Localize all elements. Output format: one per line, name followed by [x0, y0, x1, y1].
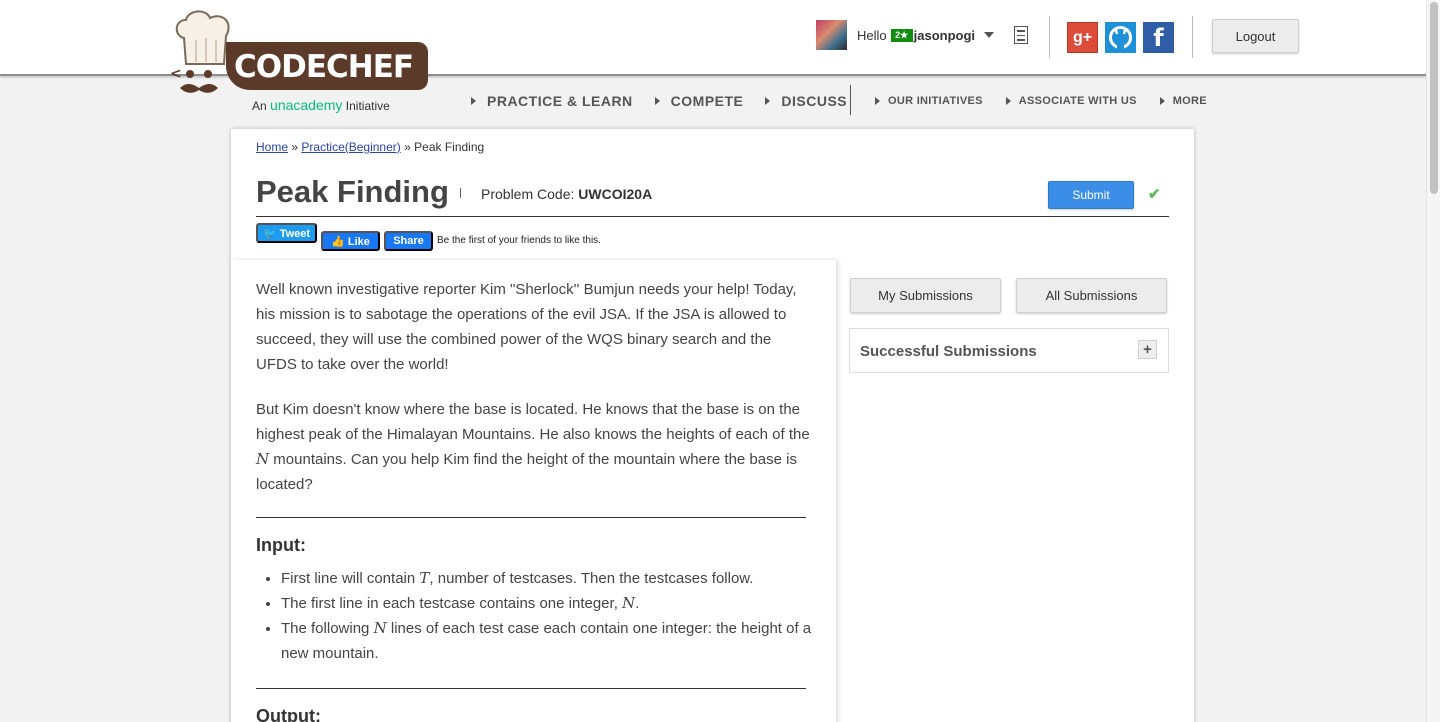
- problem-code: Problem Code: UWCOI20A: [481, 186, 652, 202]
- tagline-prefix: An: [252, 99, 267, 113]
- unacademy-brand: unacademy: [270, 97, 343, 113]
- solved-check-icon: ✔: [1148, 186, 1161, 203]
- breadcrumb-current: Peak Finding: [414, 140, 485, 154]
- breadcrumb-separator: »: [404, 140, 411, 154]
- avatar[interactable]: [816, 20, 847, 50]
- header-divider: [1192, 16, 1193, 58]
- math-variable: N: [256, 450, 270, 468]
- main-nav: PRACTICE & LEARN COMPETE DISCUSS: [471, 93, 869, 109]
- statement-text: But Kim doesn't know where the base is l…: [256, 401, 810, 443]
- facebook-like-button[interactable]: 👍 Like: [321, 231, 380, 251]
- title-rule: [256, 216, 1169, 217]
- tweet-button[interactable]: 🐦 Tweet: [256, 223, 317, 243]
- breadcrumb-practice-link[interactable]: Practice(Beginner): [301, 140, 400, 154]
- tweet-label: Tweet: [279, 227, 311, 240]
- nav-associate-with-us[interactable]: ASSOCIATE WITH US: [1005, 95, 1137, 107]
- list-item: First line will contain T, number of tes…: [281, 566, 812, 591]
- statement-paragraph: But Kim doesn't know where the base is l…: [256, 397, 812, 497]
- nav-compete[interactable]: COMPETE: [654, 93, 744, 109]
- caret-right-icon: [1005, 97, 1011, 105]
- all-submissions-button[interactable]: All Submissions: [1016, 278, 1167, 313]
- nav-label: PRACTICE & LEARN: [487, 93, 633, 109]
- successful-submissions-panel[interactable]: Successful Submissions +: [849, 328, 1169, 373]
- submit-button[interactable]: Submit: [1048, 181, 1134, 209]
- site-header: < CODECHEF An unacademy Initiative Hello…: [0, 0, 1426, 113]
- logo-text: CODECHEF: [234, 49, 414, 85]
- github-icon[interactable]: [1105, 22, 1136, 53]
- section-divider: [256, 688, 806, 689]
- section-divider: [256, 517, 806, 518]
- facebook-share-button[interactable]: Share: [384, 231, 433, 251]
- nav-more[interactable]: MORE: [1159, 95, 1207, 107]
- input-heading: Input:: [256, 535, 306, 555]
- math-variable: N: [622, 594, 636, 612]
- breadcrumb-separator: »: [291, 140, 299, 154]
- input-spec-list: First line will contain T, number of tes…: [256, 566, 812, 666]
- page-scrollbar[interactable]: [1426, 0, 1440, 722]
- problem-code-value: UWCOI20A: [578, 186, 653, 202]
- output-heading: Output:: [256, 706, 321, 722]
- caret-right-icon: [1159, 97, 1165, 105]
- title-divider: [460, 188, 461, 198]
- logout-button[interactable]: Logout: [1212, 19, 1299, 53]
- nav-our-initiatives[interactable]: OUR INITIATIVES: [875, 95, 983, 107]
- user-menu[interactable]: Hello 2★ jasonpogi: [816, 20, 995, 50]
- nav-label: DISCUSS: [781, 93, 848, 109]
- thumbs-up-icon: 👍: [331, 235, 345, 248]
- list-item: The following N lines of each test case …: [281, 616, 812, 666]
- username[interactable]: jasonpogi: [914, 28, 975, 43]
- caret-right-icon: [654, 97, 660, 105]
- problem-statement: Well known investigative reporter Kim "S…: [256, 277, 812, 722]
- problem-card: Home » Practice(Beginner) » Peak Finding…: [231, 129, 1194, 722]
- secondary-nav: OUR INITIATIVES ASSOCIATE WITH US MORE: [875, 95, 1230, 107]
- codechef-logo[interactable]: < CODECHEF An unacademy Initiative: [170, 8, 432, 118]
- header-divider: [1049, 16, 1050, 58]
- google-plus-icon[interactable]: g+: [1067, 22, 1098, 53]
- expand-plus-icon[interactable]: +: [1138, 340, 1157, 359]
- nav-label: ASSOCIATE WITH US: [1018, 95, 1137, 107]
- caret-right-icon: [765, 97, 771, 105]
- chef-face-icon: <: [170, 66, 218, 93]
- math-variable: T: [419, 569, 430, 587]
- chevron-down-icon[interactable]: [984, 32, 995, 38]
- breadcrumb-home-link[interactable]: Home: [256, 140, 288, 154]
- breadcrumb: Home » Practice(Beginner) » Peak Finding: [256, 140, 484, 154]
- github-glyph: [1109, 26, 1132, 50]
- nav-practice-learn[interactable]: PRACTICE & LEARN: [471, 93, 633, 109]
- facebook-icon[interactable]: f: [1143, 22, 1174, 53]
- nav-discuss[interactable]: DISCUSS: [765, 93, 847, 109]
- scrollbar-thumb[interactable]: [1430, 2, 1438, 194]
- nav-label: OUR INITIATIVES: [888, 95, 983, 107]
- problem-code-label: Problem Code:: [481, 186, 575, 202]
- rating-badge: 2★: [890, 28, 913, 42]
- greeting-text: Hello: [857, 27, 887, 43]
- caret-right-icon: [875, 97, 880, 105]
- twitter-icon: 🐦: [262, 227, 277, 240]
- statement-text: mountains. Can you help Kim find the hei…: [256, 451, 797, 493]
- page-title: Peak Finding: [256, 174, 449, 209]
- logo-tagline: An unacademy Initiative: [252, 97, 390, 113]
- my-submissions-button[interactable]: My Submissions: [850, 278, 1001, 313]
- notes-icon[interactable]: [1014, 26, 1028, 44]
- tagline-suffix: Initiative: [345, 99, 390, 113]
- nav-divider: [850, 85, 851, 115]
- successful-submissions-title: Successful Submissions: [860, 343, 1037, 360]
- user-greeting[interactable]: Hello 2★ jasonpogi: [857, 27, 995, 43]
- like-social-text: Be the first of your friends to like thi…: [437, 235, 601, 246]
- nav-label: MORE: [1172, 95, 1207, 107]
- math-variable: N: [373, 619, 387, 637]
- list-item: The first line in each testcase contains…: [281, 591, 812, 616]
- nav-label: COMPETE: [670, 93, 744, 109]
- caret-right-icon: [471, 97, 476, 105]
- like-label: Like: [347, 235, 370, 248]
- statement-paragraph: Well known investigative reporter Kim "S…: [256, 281, 797, 373]
- logo-wordmark: CODECHEF: [226, 42, 428, 90]
- svg-text:<: <: [170, 66, 182, 82]
